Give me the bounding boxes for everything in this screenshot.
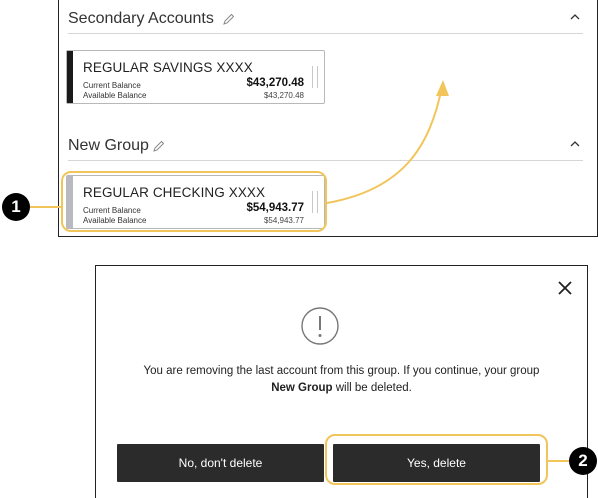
current-balance-label: Current Balance bbox=[83, 81, 141, 90]
dialog-message-suffix: will be deleted. bbox=[332, 382, 412, 394]
dialog-group-name: New Group bbox=[271, 382, 333, 394]
alert-circle-icon bbox=[301, 307, 339, 345]
group-header-secondary-accounts: Secondary Accounts bbox=[68, 0, 583, 34]
account-name: REGULAR SAVINGS XXXX bbox=[83, 60, 253, 75]
pencil-icon[interactable] bbox=[223, 13, 235, 25]
step-badge-1: 1 bbox=[2, 193, 30, 221]
group-title: Secondary Accounts bbox=[68, 10, 214, 27]
available-balance-label: Available Balance bbox=[83, 91, 147, 100]
pencil-icon[interactable] bbox=[153, 140, 165, 152]
drag-handle-icon[interactable] bbox=[312, 66, 318, 88]
cancel-delete-button[interactable]: No, don't delete bbox=[117, 444, 324, 482]
callout-highlight-1 bbox=[61, 171, 327, 232]
account-card-savings[interactable]: REGULAR SAVINGS XXXX Current Balance Ava… bbox=[66, 50, 325, 104]
callout-highlight-2 bbox=[325, 434, 548, 485]
account-stripe bbox=[67, 51, 73, 103]
step-badge-2: 2 bbox=[569, 447, 597, 475]
dialog-message-text: You are removing the last account from t… bbox=[143, 365, 540, 377]
dialog-message: You are removing the last account from t… bbox=[116, 363, 567, 397]
group-header-new-group: New Group bbox=[68, 127, 583, 161]
close-icon[interactable] bbox=[557, 280, 573, 296]
chevron-up-icon[interactable] bbox=[569, 139, 581, 149]
group-title: New Group bbox=[68, 137, 149, 154]
available-balance-value: $43,270.48 bbox=[263, 91, 304, 100]
current-balance-value: $43,270.48 bbox=[246, 77, 304, 89]
chevron-up-icon[interactable] bbox=[569, 12, 581, 22]
